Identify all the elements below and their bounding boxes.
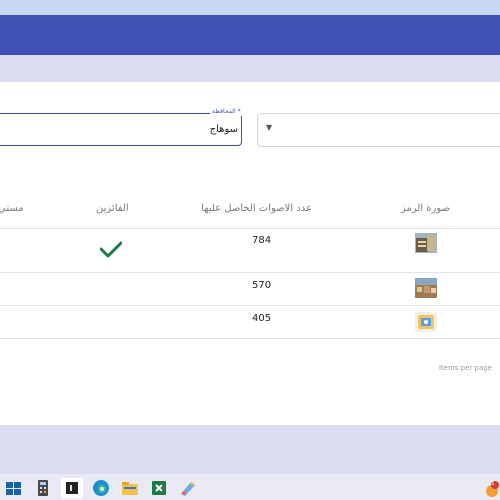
votes-cell: 405 xyxy=(252,313,272,324)
column-header-winners[interactable]: الفائزين xyxy=(96,203,129,214)
edge-browser-icon[interactable] xyxy=(90,478,112,498)
governorate-value: سوهاج xyxy=(209,124,238,135)
sub-header-band xyxy=(0,55,500,82)
symbol-thumbnail xyxy=(415,233,437,253)
second-filter-select[interactable]: ▼ xyxy=(257,113,500,147)
paint-app-icon[interactable] xyxy=(177,478,199,498)
windows-start-icon[interactable] xyxy=(3,478,25,498)
file-explorer-icon[interactable] xyxy=(119,478,141,498)
terminal-app-icon[interactable] xyxy=(61,478,83,498)
symbol-thumbnail xyxy=(415,312,437,332)
dropdown-arrow-icon: ▼ xyxy=(266,123,273,132)
calculator-icon[interactable] xyxy=(32,478,54,498)
governorate-select[interactable] xyxy=(0,113,242,146)
excel-icon[interactable] xyxy=(148,478,170,498)
row-divider xyxy=(0,338,500,339)
items-per-page-label: Items per page xyxy=(438,364,492,372)
notification-count: 1 xyxy=(491,480,495,487)
governorate-label: المحافظة * xyxy=(210,108,243,116)
checkmark-icon xyxy=(100,241,122,258)
app-header xyxy=(0,15,500,55)
column-header-image[interactable]: صورة الرمز xyxy=(401,203,450,214)
votes-cell: 784 xyxy=(252,235,272,246)
symbol-thumbnail xyxy=(415,278,437,298)
votes-cell: 570 xyxy=(252,280,272,291)
browser-top-strip xyxy=(0,0,500,15)
column-header-votes[interactable]: عدد الاصوات الحاصل عليها xyxy=(201,203,312,214)
column-header-level[interactable]: مستي xyxy=(0,203,24,214)
